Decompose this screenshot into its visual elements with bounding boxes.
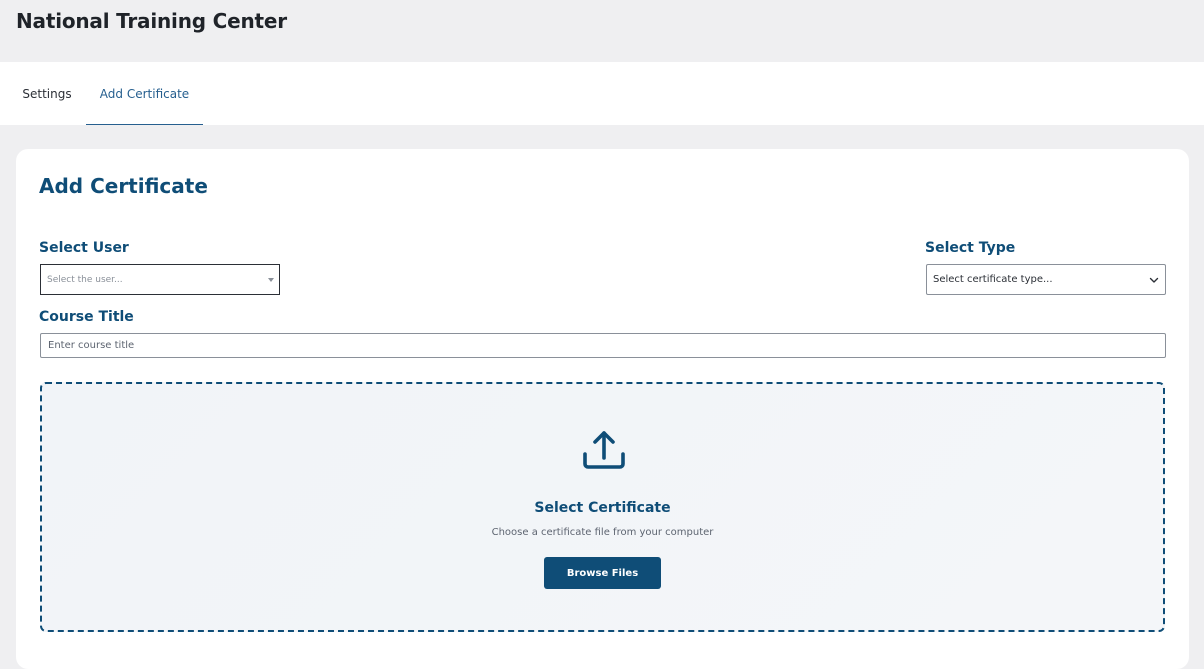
select-user-placeholder: Select the user... xyxy=(47,274,123,285)
select-type-dropdown[interactable]: Select certificate type... xyxy=(926,264,1166,295)
tab-bar: Settings Add Certificate xyxy=(0,62,1204,125)
chevron-down-icon xyxy=(1149,277,1159,283)
upload-title: Select Certificate xyxy=(534,500,671,516)
select-user-label: Select User xyxy=(39,240,129,256)
app-title: National Training Center xyxy=(16,9,287,33)
tab-add-certificate[interactable]: Add Certificate xyxy=(86,62,203,125)
add-certificate-card: Add Certificate Select User Select the u… xyxy=(16,149,1189,669)
upload-icon xyxy=(583,431,625,469)
page-title: Add Certificate xyxy=(39,174,208,198)
browse-files-button[interactable]: Browse Files xyxy=(544,557,661,589)
select-type-label: Select Type xyxy=(925,240,1016,256)
select-type-placeholder: Select certificate type... xyxy=(933,274,1053,285)
certificate-dropzone[interactable]: Select Certificate Choose a certificate … xyxy=(40,382,1165,632)
upload-subtitle: Choose a certificate file from your comp… xyxy=(491,527,714,538)
header-bar: National Training Center xyxy=(0,0,1204,62)
caret-down-icon xyxy=(268,278,274,282)
tab-settings[interactable]: Settings xyxy=(8,62,86,125)
select-user-dropdown[interactable]: Select the user... xyxy=(40,264,280,295)
course-title-label: Course Title xyxy=(39,309,134,325)
course-title-input[interactable] xyxy=(40,333,1166,358)
